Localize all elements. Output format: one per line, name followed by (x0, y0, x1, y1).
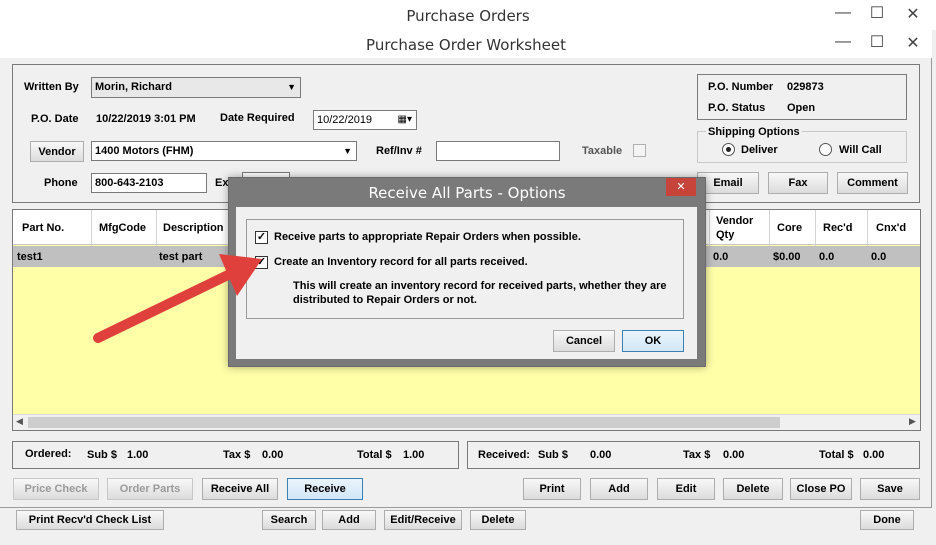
dialog-cancel-button[interactable]: Cancel (553, 330, 615, 352)
shipping-options-label: Shipping Options (706, 126, 802, 138)
date-required-value: 10/22/2019 (317, 114, 373, 126)
date-required-picker[interactable]: 10/22/2019 ▦▾ (313, 110, 417, 130)
vendor-dropdown[interactable]: 1400 Motors (FHM) ▼ (91, 141, 357, 161)
option1-label: Receive parts to appropriate Repair Orde… (274, 231, 581, 243)
scroll-left-icon[interactable]: ◀ (16, 416, 23, 427)
received-total-value: 0.00 (863, 449, 885, 461)
deliver-label: Deliver (741, 144, 778, 156)
ext-label: Ex (215, 177, 229, 189)
dialog-ok-button[interactable]: OK (622, 330, 684, 352)
ordered-sub-label: Sub $ (87, 449, 117, 461)
po-date-label: P.O. Date (31, 113, 79, 125)
scroll-right-icon[interactable]: ▶ (909, 416, 916, 427)
bg-edit-receive-button[interactable]: Edit/Receive (384, 510, 462, 530)
ordered-label: Ordered: (25, 448, 72, 460)
worksheet-title: Purchase Order Worksheet (366, 36, 566, 54)
col-header-cnxd[interactable]: Cnx'd (876, 222, 906, 234)
bg-add-button[interactable]: Add (322, 510, 376, 530)
col-header-description[interactable]: Description (163, 222, 224, 234)
received-total-label: Total $ (819, 449, 854, 461)
edit-button[interactable]: Edit (657, 478, 715, 500)
deliver-radio[interactable] (722, 143, 735, 156)
row-vendor-qty: 0.0 (713, 251, 729, 263)
date-required-label: Date Required (220, 112, 295, 124)
written-by-label: Written By (24, 81, 79, 93)
ordered-sub-value: 1.00 (127, 449, 149, 461)
received-sub-label: Sub $ (538, 449, 568, 461)
col-header-vendor-qty[interactable]: Vendor Qty (716, 214, 753, 242)
written-by-dropdown[interactable]: Morin, Richard ▼ (91, 77, 301, 98)
outer-minimize-icon[interactable]: — (828, 4, 858, 22)
comment-button[interactable]: Comment (837, 172, 908, 194)
print-recvd-check-list-button[interactable]: Print Recv'd Check List (16, 510, 164, 530)
taxable-checkbox[interactable] (633, 144, 646, 157)
chevron-down-icon: ▼ (287, 82, 296, 92)
option1-checkbox[interactable]: ✓ (255, 231, 268, 244)
price-check-button[interactable]: Price Check (13, 478, 99, 500)
po-status-value: Open (787, 102, 816, 114)
po-number-label: P.O. Number (708, 81, 774, 93)
received-sub-value: 0.00 (590, 449, 612, 461)
option2-label: Create an Inventory record for all parts… (274, 256, 528, 268)
outer-close-icon[interactable]: ✕ (898, 4, 928, 24)
refinv-input[interactable] (436, 141, 560, 161)
ordered-tax-value: 0.00 (262, 449, 284, 461)
po-number-value: 029873 (787, 81, 824, 93)
vendor-qty-line1: Vendor (716, 215, 754, 227)
ordered-total-label: Total $ (357, 449, 392, 461)
will-call-radio[interactable] (819, 143, 832, 156)
inner-close-icon[interactable]: ✕ (898, 33, 928, 53)
bg-delete-button[interactable]: Delete (470, 510, 526, 530)
po-date-value: 10/22/2019 3:01 PM (96, 113, 196, 125)
receive-all-button[interactable]: Receive All (202, 478, 278, 500)
refinv-label: Ref/Inv # (376, 145, 422, 157)
option2-checkbox[interactable]: ✓ (255, 256, 268, 269)
inner-maximize-icon[interactable]: ☐ (862, 32, 892, 52)
received-tax-value: 0.00 (723, 449, 745, 461)
taxable-label: Taxable (582, 145, 623, 157)
written-by-value: Morin, Richard (95, 81, 173, 93)
email-button[interactable]: Email (697, 172, 759, 194)
option2-note: This will create an inventory record for… (293, 280, 667, 306)
ordered-total-value: 1.00 (403, 449, 425, 461)
save-button[interactable]: Save (860, 478, 920, 500)
bg-done-button[interactable]: Done (860, 510, 914, 530)
outer-window-title: Purchase Orders (406, 7, 530, 25)
row-core: $0.00 (773, 251, 801, 263)
vendor-qty-line2: Qty (716, 229, 735, 241)
close-po-button[interactable]: Close PO (790, 478, 852, 500)
print-button[interactable]: Print (523, 478, 581, 500)
row-recd: 0.0 (819, 251, 835, 263)
dialog-title: Receive All Parts - Options (368, 184, 566, 202)
outer-maximize-icon[interactable]: ☐ (862, 3, 892, 23)
po-status-label: P.O. Status (708, 102, 766, 114)
phone-label: Phone (44, 177, 78, 189)
phone-input[interactable]: 800-643-2103 (91, 173, 207, 193)
scrollbar-thumb[interactable] (28, 417, 780, 428)
row-description: test part (159, 251, 203, 263)
chevron-down-icon: ▼ (343, 146, 352, 156)
delete-button[interactable]: Delete (723, 478, 783, 500)
inner-minimize-icon[interactable]: — (828, 33, 858, 51)
row-part-no: test1 (17, 251, 43, 263)
col-header-part-no[interactable]: Part No. (22, 222, 64, 234)
fax-button[interactable]: Fax (768, 172, 828, 194)
received-label: Received: (478, 449, 530, 461)
bg-search-button[interactable]: Search (262, 510, 316, 530)
calendar-icon: ▦▾ (397, 114, 412, 125)
dialog-close-button[interactable]: ✕ (666, 178, 696, 196)
will-call-label: Will Call (839, 144, 882, 156)
col-header-core[interactable]: Core (777, 222, 802, 234)
vendor-value: 1400 Motors (FHM) (95, 145, 194, 157)
receive-button[interactable]: Receive (287, 478, 363, 500)
add-button[interactable]: Add (590, 478, 648, 500)
order-parts-button[interactable]: Order Parts (107, 478, 193, 500)
row-cnxd: 0.0 (871, 251, 887, 263)
close-icon: ✕ (676, 181, 686, 193)
received-tax-label: Tax $ (683, 449, 711, 461)
col-header-mfgcode[interactable]: MfgCode (99, 222, 146, 234)
col-header-recd[interactable]: Rec'd (823, 222, 853, 234)
vendor-button[interactable]: Vendor (30, 141, 84, 162)
ordered-tax-label: Tax $ (223, 449, 251, 461)
